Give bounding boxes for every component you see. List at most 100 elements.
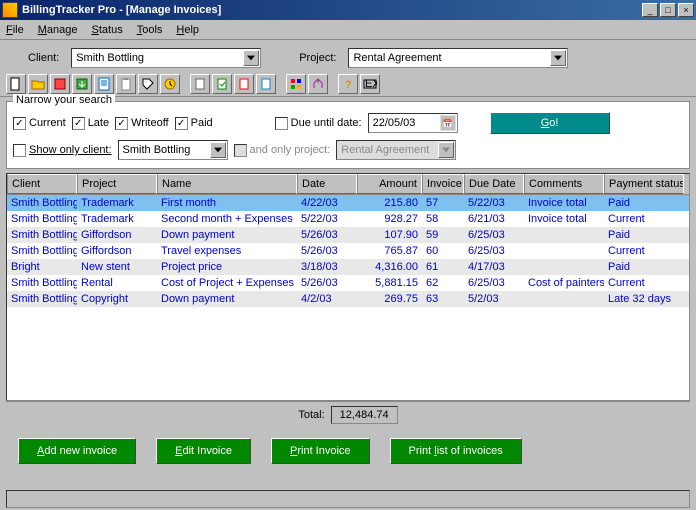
cell-project: Trademark — [77, 195, 157, 211]
col-amount[interactable]: Amount — [357, 174, 422, 194]
cell-comments: Cost of painters — [524, 275, 604, 291]
cell-comments: Invoice total — [524, 195, 604, 211]
maximize-button[interactable]: □ — [660, 3, 676, 17]
cell-comments — [524, 227, 604, 243]
due-date-input[interactable]: 22/05/03📅 — [368, 113, 458, 133]
project-label: Project: — [299, 52, 336, 64]
col-name[interactable]: Name — [157, 174, 297, 194]
cell-date: 5/26/03 — [297, 227, 357, 243]
minimize-button[interactable]: _ — [642, 3, 658, 17]
menu-tools[interactable]: Tools — [137, 24, 163, 36]
cell-invoice: 57 — [422, 195, 464, 211]
tool-clock-icon[interactable] — [160, 74, 180, 94]
cell-due: 5/2/03 — [464, 291, 524, 307]
chk-late[interactable]: ✓Late — [72, 117, 109, 130]
tool-paste1-icon[interactable] — [190, 74, 210, 94]
col-date[interactable]: Date — [297, 174, 357, 194]
chk-paid[interactable]: ✓Paid — [175, 117, 213, 130]
menubar: File Manage Status Tools Help — [0, 20, 696, 40]
cell-client: Smith Bottling — [7, 243, 77, 259]
table-row[interactable]: Smith BottlingTrademarkSecond month + Ex… — [7, 211, 689, 227]
tool-import2-icon[interactable] — [72, 74, 92, 94]
cell-status: Current — [604, 243, 684, 259]
project-combo[interactable]: Rental Agreement — [348, 48, 568, 68]
fieldset-legend: Narrow your search — [13, 94, 115, 106]
filter-row: Client: Smith Bottling Project: Rental A… — [0, 40, 696, 72]
cell-invoice: 58 — [422, 211, 464, 227]
cell-comments — [524, 291, 604, 307]
table-row[interactable]: BrightNew stentProject price3/18/034,316… — [7, 259, 689, 275]
cell-invoice: 60 — [422, 243, 464, 259]
table-row[interactable]: Smith BottlingCopyrightDown payment4/2/0… — [7, 291, 689, 307]
cell-date: 5/22/03 — [297, 211, 357, 227]
tool-tag-icon[interactable] — [138, 74, 158, 94]
chk-writeoff[interactable]: ✓Writeoff — [115, 117, 169, 130]
col-invoice[interactable]: Invoice — [422, 174, 464, 194]
cell-invoice: 62 — [422, 275, 464, 291]
cell-due: 6/25/03 — [464, 275, 524, 291]
tool-new-icon[interactable] — [6, 74, 26, 94]
show-client-combo[interactable]: Smith Bottling — [118, 140, 228, 160]
col-project[interactable]: Project — [77, 174, 157, 194]
tool-exit-icon[interactable]: EXIT — [360, 74, 380, 94]
menu-help[interactable]: Help — [176, 24, 199, 36]
svg-text:?: ? — [345, 79, 352, 91]
table-row[interactable]: Smith BottlingGiffordsonTravel expenses5… — [7, 243, 689, 259]
client-combo[interactable]: Smith Bottling — [71, 48, 261, 68]
cell-date: 4/22/03 — [297, 195, 357, 211]
col-status[interactable]: Payment status — [604, 174, 684, 194]
menu-status[interactable]: Status — [92, 24, 123, 36]
add-invoice-button[interactable]: Add new invoice — [18, 438, 136, 464]
calendar-icon[interactable]: 📅 — [440, 115, 456, 131]
cell-date: 3/18/03 — [297, 259, 357, 275]
tool-wand-icon[interactable] — [308, 74, 328, 94]
svg-text:EXIT: EXIT — [365, 78, 377, 90]
tool-paste2-icon[interactable] — [212, 74, 232, 94]
tool-paste3-icon[interactable] — [234, 74, 254, 94]
cell-amount: 4,316.00 — [357, 259, 422, 275]
tool-paste4-icon[interactable] — [256, 74, 276, 94]
cell-amount: 928.27 — [357, 211, 422, 227]
tool-help-icon[interactable]: ? — [338, 74, 358, 94]
close-button[interactable]: × — [678, 3, 694, 17]
cell-status: Paid — [604, 195, 684, 211]
client-value: Smith Bottling — [76, 52, 144, 64]
cell-status: Paid — [604, 259, 684, 275]
cell-amount: 5,881.15 — [357, 275, 422, 291]
col-duedate[interactable]: Due Date — [464, 174, 524, 194]
tool-folder-icon[interactable] — [28, 74, 48, 94]
cell-date: 5/26/03 — [297, 275, 357, 291]
go-button[interactable]: Go! — [490, 112, 610, 134]
table-row[interactable]: Smith BottlingGiffordsonDown payment5/26… — [7, 227, 689, 243]
chk-show-only-client[interactable]: Show only client: — [13, 144, 112, 157]
tool-import-icon[interactable] — [50, 74, 70, 94]
tool-clipboard-icon[interactable] — [116, 74, 136, 94]
cell-due: 6/25/03 — [464, 243, 524, 259]
col-comments[interactable]: Comments — [524, 174, 604, 194]
edit-invoice-button[interactable]: Edit Invoice — [156, 438, 251, 464]
window-title: BillingTracker Pro - [Manage Invoices] — [22, 4, 642, 16]
cell-project: Giffordson — [77, 227, 157, 243]
cell-name: Cost of Project + Expenses — [157, 275, 297, 291]
col-client[interactable]: Client — [7, 174, 77, 194]
tool-note-icon[interactable] — [94, 74, 114, 94]
menu-manage[interactable]: Manage — [38, 24, 78, 36]
menu-file[interactable]: File — [6, 24, 24, 36]
cell-status: Current — [604, 211, 684, 227]
table-row[interactable]: Smith BottlingRentalCost of Project + Ex… — [7, 275, 689, 291]
cell-due: 6/21/03 — [464, 211, 524, 227]
cell-project: Trademark — [77, 211, 157, 227]
table-row[interactable]: Smith BottlingTrademarkFirst month4/22/0… — [7, 195, 689, 211]
chk-due-until[interactable]: Due until date: — [275, 117, 362, 130]
cell-due: 4/17/03 — [464, 259, 524, 275]
print-invoice-button[interactable]: Print Invoice — [271, 438, 370, 464]
tool-grid-icon[interactable] — [286, 74, 306, 94]
print-list-button[interactable]: Print list of invoices — [390, 438, 522, 464]
chk-current[interactable]: ✓Current — [13, 117, 66, 130]
cell-client: Bright — [7, 259, 77, 275]
grid-header: Client Project Name Date Amount Invoice … — [7, 174, 689, 195]
cell-status: Paid — [604, 227, 684, 243]
cell-comments — [524, 259, 604, 275]
cell-due: 5/22/03 — [464, 195, 524, 211]
cell-invoice: 63 — [422, 291, 464, 307]
